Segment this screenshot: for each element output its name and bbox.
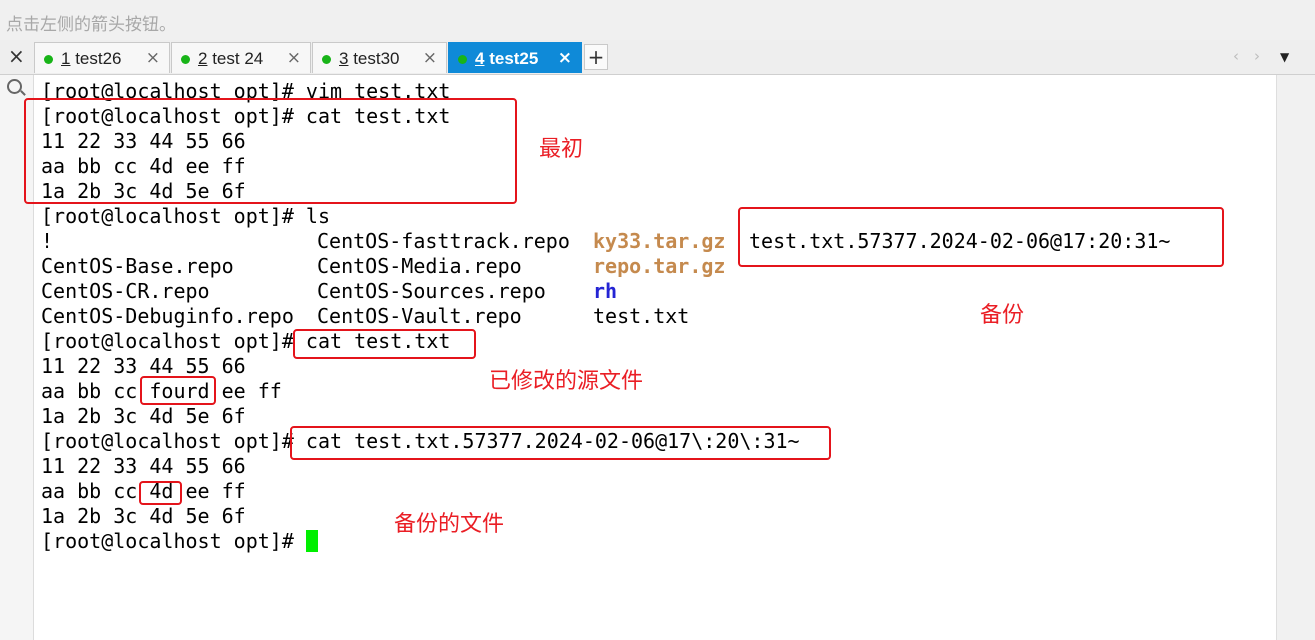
ls-entry: ky33.tar.gz <box>593 229 726 253</box>
connected-dot-icon <box>181 55 190 64</box>
tab-test26[interactable]: 1 test26 × <box>34 42 170 73</box>
annotation-label-initial: 最初 <box>539 137 584 162</box>
annotation-box-fourd <box>140 376 216 405</box>
hint-text: 点击左侧的箭头按钮。 <box>6 15 176 35</box>
terminal-line: aa bb cc 4d ee ff <box>41 479 246 503</box>
tab-test25[interactable]: 4 test25 × <box>448 42 582 73</box>
ls-entry: ! <box>41 229 54 253</box>
ls-entry: CentOS-CR.repo <box>41 279 210 303</box>
scrollbar[interactable] <box>1276 75 1315 640</box>
annotation-box-4d <box>139 481 182 505</box>
chevron-left-icon[interactable]: ‹ <box>1233 47 1239 65</box>
ls-entry: test.txt <box>593 304 690 328</box>
ls-entry: rh <box>593 279 618 303</box>
ls-entry: CentOS-Sources.repo <box>317 279 546 303</box>
tab-list-dropdown-icon[interactable]: ▼ <box>1280 50 1289 64</box>
ls-entry: CentOS-Debuginfo.repo <box>41 304 294 328</box>
connected-dot-icon <box>44 55 53 64</box>
prompt: [root@localhost opt]# <box>41 529 306 553</box>
annotation-box-cat-backup-command <box>290 426 831 460</box>
tab-close-icon[interactable]: × <box>423 48 437 68</box>
terminal-line: [root@localhost opt]# cat test.txt <box>41 329 451 353</box>
ls-entry: CentOS-fasttrack.repo <box>317 229 570 253</box>
prompt-line: [root@localhost opt]# <box>41 529 1170 554</box>
tab-close-icon[interactable]: × <box>146 48 160 68</box>
chevron-right-icon[interactable]: › <box>1254 47 1260 65</box>
annotation-box-cat-command <box>293 329 476 359</box>
tab-close-icon[interactable]: × <box>558 48 572 68</box>
tab-strip: × 1 test26 × 2 test 24 × 3 test30 × 4 te… <box>0 40 1315 75</box>
terminal-cursor <box>305 530 318 552</box>
search-icon[interactable] <box>7 79 22 94</box>
tab-test-24[interactable]: 2 test 24 × <box>171 42 311 73</box>
annotation-label-modified: 已修改的源文件 <box>489 369 644 394</box>
ls-entry: CentOS-Base.repo <box>41 254 234 278</box>
tab-test30[interactable]: 3 test30 × <box>312 42 447 73</box>
tab-label: 1 test26 <box>61 49 122 68</box>
terminal-line: 1a 2b 3c 4d 5e 6f <box>41 504 246 528</box>
new-tab-button[interactable]: + <box>584 44 608 70</box>
connected-dot-icon <box>322 55 331 64</box>
annotation-label-backup-file: 备份的文件 <box>394 512 505 537</box>
ls-entry: repo.tar.gz <box>593 254 726 278</box>
annotation-label-backup: 备份 <box>980 303 1025 328</box>
annotation-box-initial <box>24 98 517 204</box>
tab-label: 4 test25 <box>475 49 539 68</box>
ls-entry: CentOS-Vault.repo <box>317 304 522 328</box>
tab-close-icon[interactable]: × <box>287 48 301 68</box>
close-icon[interactable]: × <box>8 44 25 68</box>
annotation-box-backup-listing <box>738 207 1224 267</box>
tab-label: 3 test30 <box>339 49 400 68</box>
ls-entry: CentOS-Media.repo <box>317 254 522 278</box>
tab-label: 2 test 24 <box>198 49 264 68</box>
connected-dot-icon <box>458 55 467 64</box>
message-bar: 点击左侧的箭头按钮。 <box>0 0 1315 40</box>
